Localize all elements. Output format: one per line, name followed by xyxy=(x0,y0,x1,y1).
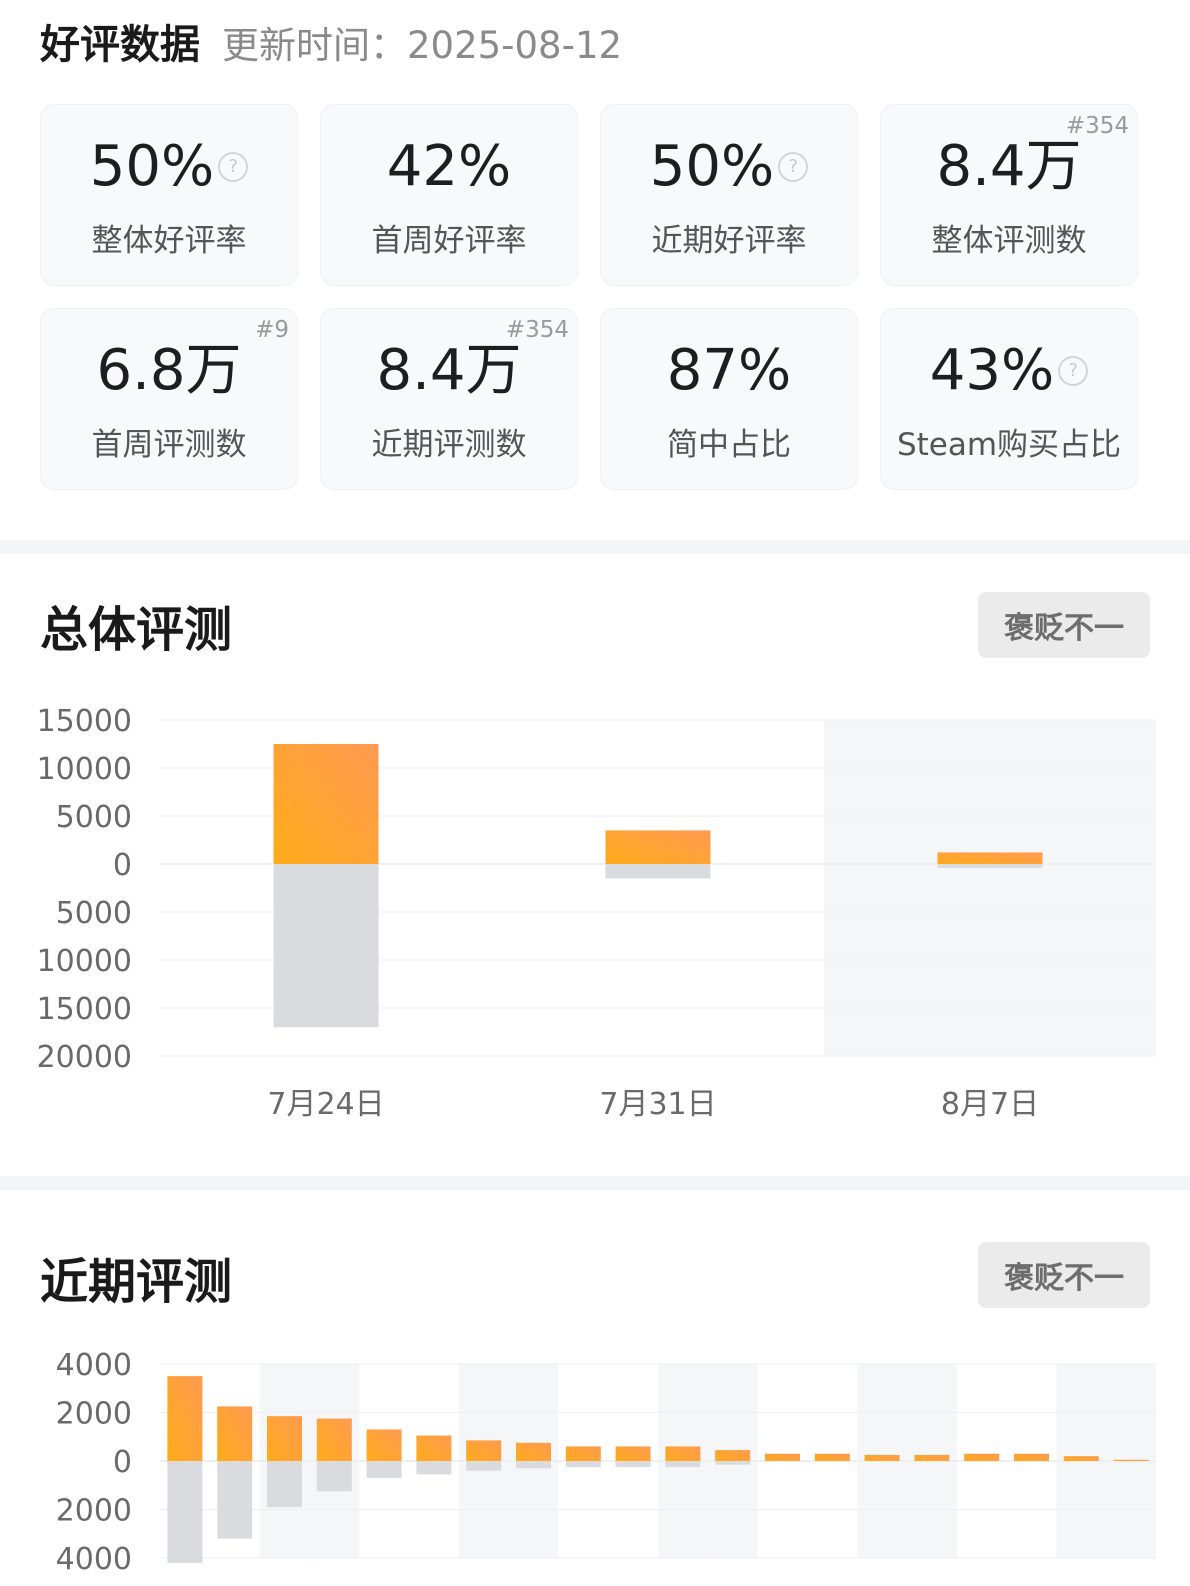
stat-value: 50% xyxy=(649,134,775,199)
stat-card-steam-purchase-share[interactable]: 43%? Steam购买占比 xyxy=(880,308,1138,490)
bar-positive xyxy=(615,1446,651,1461)
bar-positive xyxy=(516,1442,551,1461)
bar-positive xyxy=(765,1453,800,1461)
bar-negative xyxy=(665,1461,701,1468)
bar-positive xyxy=(565,1446,601,1461)
y-tick-label: 4000 xyxy=(56,1350,132,1383)
y-tick-label: 0 xyxy=(113,848,132,883)
x-tick-label: 8月7日 xyxy=(941,1087,1039,1122)
update-time-date: 2025-08-12 xyxy=(407,24,623,67)
stat-value: 42% xyxy=(386,134,512,199)
bar-negative xyxy=(605,864,711,879)
overall-review-chart: 15000 10000 5000 0 5000 10000 15000 20000 7月24日 7… xyxy=(37,704,1156,1122)
bar-positive xyxy=(1063,1456,1099,1461)
stat-label: 整体评测数 xyxy=(931,223,1087,259)
bar-negative xyxy=(167,1461,203,1563)
section-title-overall: 总体评测 xyxy=(40,602,233,658)
page-title: 好评数据 xyxy=(40,22,200,68)
stat-label: 首周评测数 xyxy=(91,427,247,463)
bar-positive xyxy=(665,1446,701,1461)
bar-negative xyxy=(715,1461,751,1465)
page-header: 好评数据 更新时间：2025-08-12 xyxy=(40,12,622,68)
stat-card-first-week-rate[interactable]: 42% 首周好评率 xyxy=(320,104,578,286)
stat-label: 近期评测数 xyxy=(371,427,527,463)
bar-negative xyxy=(565,1461,601,1468)
section-title-recent: 近期评测 xyxy=(40,1254,233,1310)
bar-negative xyxy=(366,1461,402,1478)
bar-negative xyxy=(615,1461,651,1468)
bar-positive xyxy=(217,1406,253,1461)
y-tick-label: 10000 xyxy=(37,752,132,787)
bar-positive xyxy=(814,1453,850,1461)
stat-value: 43% xyxy=(929,338,1055,403)
bar-negative xyxy=(937,864,1043,868)
bar-negative xyxy=(466,1461,502,1471)
stat-label: 首周好评率 xyxy=(371,223,527,259)
stat-label: Steam购买占比 xyxy=(896,427,1122,463)
bar-positive xyxy=(167,1376,203,1461)
bar-negative xyxy=(267,1461,302,1508)
stat-value: 6.8万 xyxy=(96,338,242,403)
help-icon[interactable]: ? xyxy=(778,152,809,182)
overall-rating-tag[interactable]: 褒贬不一 xyxy=(978,592,1150,658)
stat-label: 简中占比 xyxy=(667,427,791,463)
bar-positive xyxy=(715,1450,751,1461)
x-tick-label: 7月24日 xyxy=(267,1087,384,1122)
stat-label: 整体好评率 xyxy=(91,223,247,259)
bar-positive xyxy=(267,1416,302,1461)
section-divider xyxy=(0,1176,1190,1190)
stat-label: 近期好评率 xyxy=(651,223,807,259)
recent-review-chart: 4000 2000 0 2000 4000 xyxy=(56,1350,1156,1577)
bar-positive xyxy=(864,1454,900,1461)
bar-negative xyxy=(316,1461,352,1492)
recent-rating-tag[interactable]: 褒贬不一 xyxy=(978,1242,1150,1308)
bar-positive xyxy=(316,1418,352,1461)
update-time: 更新时间：2025-08-12 xyxy=(222,15,622,69)
bar-positive xyxy=(1113,1459,1149,1461)
bar-positive xyxy=(964,1453,1000,1461)
update-time-label: 更新时间： xyxy=(222,24,407,67)
stat-card-overall-rate[interactable]: 50%? 整体好评率 xyxy=(40,104,298,286)
stat-value: 8.4万 xyxy=(936,134,1082,199)
bar-positive xyxy=(416,1435,452,1461)
stat-card-overall-count[interactable]: #354 8.4万 整体评测数 xyxy=(880,104,1138,286)
y-tick-label: 0 xyxy=(113,1445,132,1480)
bar-positive xyxy=(366,1429,402,1461)
bar-negative xyxy=(516,1461,551,1469)
stat-card-simplified-chinese-share[interactable]: 87% 简中占比 xyxy=(600,308,858,490)
y-tick-label: 2000 xyxy=(56,1494,132,1529)
bar-negative xyxy=(217,1461,253,1539)
help-icon[interactable]: ? xyxy=(1058,356,1089,386)
x-tick-label: 7月31日 xyxy=(599,1087,716,1122)
section-divider xyxy=(0,540,1190,554)
help-icon[interactable]: ? xyxy=(218,152,249,182)
y-tick-label: 15000 xyxy=(37,704,132,739)
y-tick-label: 5000 xyxy=(56,896,132,931)
stat-value: 8.4万 xyxy=(376,338,522,403)
y-tick-label: 20000 xyxy=(37,1040,132,1075)
stat-value: 50% xyxy=(89,134,215,199)
bar-positive xyxy=(914,1454,950,1461)
bar-positive xyxy=(1014,1453,1049,1461)
chart-band xyxy=(824,720,1156,1056)
stat-value: 87% xyxy=(666,338,792,403)
y-tick-label: 2000 xyxy=(56,1397,132,1432)
bar-positive xyxy=(937,852,1043,864)
y-tick-label: 5000 xyxy=(56,800,132,835)
y-tick-label: 4000 xyxy=(56,1542,132,1577)
bar-positive xyxy=(466,1440,502,1461)
bar-negative xyxy=(416,1461,452,1475)
bar-positive xyxy=(605,830,711,864)
stat-card-recent-count[interactable]: #354 8.4万 近期评测数 xyxy=(320,308,578,490)
bar-positive xyxy=(273,744,379,864)
y-tick-label: 15000 xyxy=(37,992,132,1027)
y-tick-label: 10000 xyxy=(37,944,132,979)
bar-negative xyxy=(273,864,379,1028)
stat-card-first-week-count[interactable]: #9 6.8万 首周评测数 xyxy=(40,308,298,490)
stat-card-recent-rate[interactable]: 50%? 近期好评率 xyxy=(600,104,858,286)
